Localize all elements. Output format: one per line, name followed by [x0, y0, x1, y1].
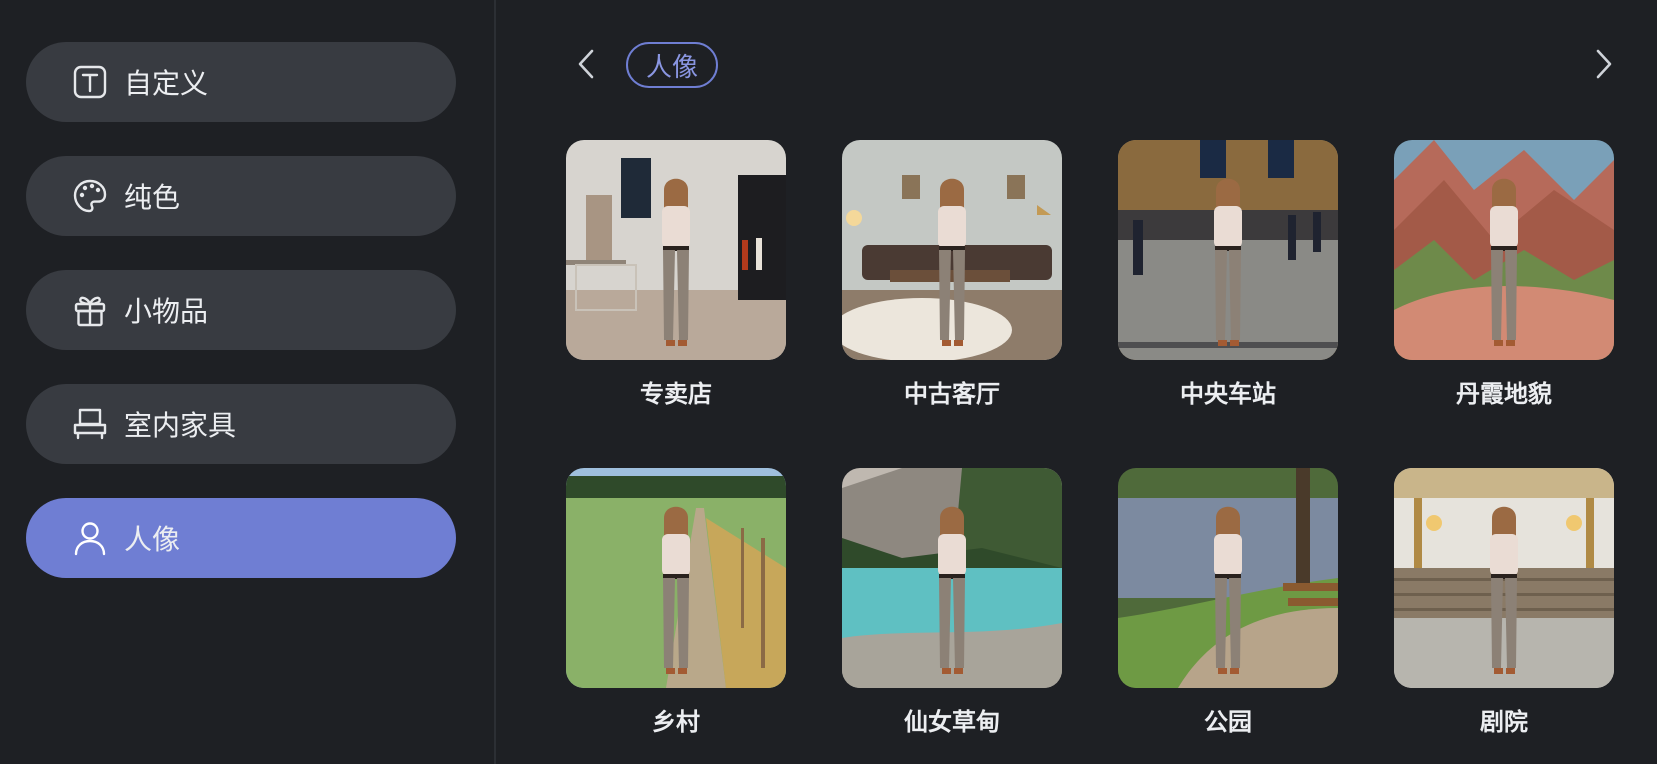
scene-tile-park[interactable]: 公园 [1118, 468, 1338, 737]
scene-label: 专卖店 [640, 380, 712, 408]
gift-icon [72, 292, 108, 328]
category-portrait-label: 人像 [124, 523, 181, 556]
scene-label: 仙女草甸 [904, 708, 1000, 736]
category-small-items-button[interactable]: 小物品 [26, 270, 456, 350]
scene-label: 中古客厅 [904, 380, 1000, 408]
prev-page-button[interactable] [566, 46, 606, 86]
scene-thumbnail [842, 140, 1062, 360]
category-furniture-label: 室内家具 [124, 409, 237, 442]
person-icon [72, 520, 108, 556]
category-sidebar: 自定义 纯色 小物品 室内家具 人像 [0, 0, 496, 764]
scene-panel: 人像 专卖店 中古客厅 中央车站 丹霞地貌 乡村 仙女草甸 公园 剧院 [498, 0, 1657, 764]
category-solid-color-button[interactable]: 纯色 [26, 156, 456, 236]
scene-tile-vintage-living-room[interactable]: 中古客厅 [842, 140, 1062, 409]
scene-thumbnail [842, 468, 1062, 688]
category-custom-button[interactable]: 自定义 [26, 42, 456, 122]
scene-label: 丹霞地貌 [1456, 380, 1552, 408]
scene-label: 公园 [1204, 708, 1252, 736]
category-small-items-label: 小物品 [124, 295, 209, 328]
scene-label: 剧院 [1480, 708, 1528, 736]
scene-thumbnail [566, 140, 786, 360]
next-page-button[interactable] [1584, 46, 1624, 86]
chevron-left-icon [575, 47, 597, 85]
scene-tile-central-station[interactable]: 中央车站 [1118, 140, 1338, 409]
scene-tile-theater[interactable]: 剧院 [1394, 468, 1614, 737]
scene-tile-countryside[interactable]: 乡村 [566, 468, 786, 737]
category-furniture-button[interactable]: 室内家具 [26, 384, 456, 464]
category-portrait-button[interactable]: 人像 [26, 498, 456, 578]
scene-thumbnail [1394, 140, 1614, 360]
scene-thumbnail [1118, 140, 1338, 360]
scene-tile-store[interactable]: 专卖店 [566, 140, 786, 409]
category-solid-color-label: 纯色 [124, 181, 181, 214]
scene-label: 中央车站 [1180, 380, 1276, 408]
scene-thumbnail [1394, 468, 1614, 688]
scene-tile-danxia-landform[interactable]: 丹霞地貌 [1394, 140, 1614, 409]
scene-thumbnail [1118, 468, 1338, 688]
palette-icon [72, 178, 108, 214]
text-box-icon [72, 64, 108, 100]
chevron-right-icon [1593, 47, 1615, 85]
active-category-chip[interactable]: 人像 [626, 42, 719, 88]
scene-label: 乡村 [652, 708, 700, 736]
scene-thumbnail [566, 468, 786, 688]
scene-tile-fairy-meadow[interactable]: 仙女草甸 [842, 468, 1062, 737]
category-custom-label: 自定义 [124, 67, 209, 100]
furniture-icon [72, 406, 108, 442]
